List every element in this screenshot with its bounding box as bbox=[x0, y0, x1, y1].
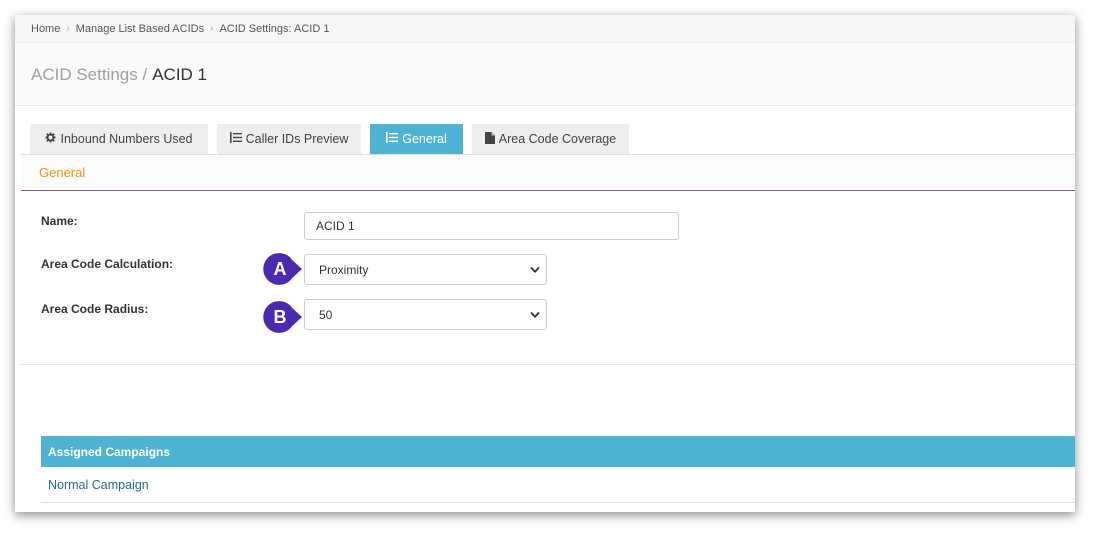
assigned-campaigns-header: Assigned Campaigns bbox=[41, 436, 1075, 467]
breadcrumb-separator-icon: › bbox=[210, 23, 214, 34]
tab-general[interactable]: General bbox=[370, 124, 463, 154]
file-icon bbox=[484, 131, 495, 147]
callout-marker-a: A bbox=[263, 252, 303, 286]
breadcrumb: Home › Manage List Based ACIDs › ACID Se… bbox=[15, 15, 1075, 43]
area-code-calculation-value: Proximity bbox=[319, 262, 369, 277]
list-icon bbox=[229, 132, 242, 146]
name-input[interactable]: ACID 1 bbox=[304, 212, 679, 240]
gear-icon bbox=[45, 132, 57, 146]
assigned-campaigns-title: Assigned Campaigns bbox=[48, 444, 171, 459]
chevron-down-icon bbox=[530, 264, 540, 274]
name-label: Name: bbox=[41, 214, 78, 228]
page-title-prefix: ACID Settings / bbox=[31, 64, 148, 84]
section-header: General bbox=[21, 155, 1075, 191]
page-title: ACID 1 bbox=[152, 64, 208, 84]
area-code-calculation-label: Area Code Calculation: bbox=[41, 257, 174, 271]
tab-bar: Inbound Numbers Used Caller IDs Preview … bbox=[30, 124, 638, 154]
tab-inbound-numbers-used[interactable]: Inbound Numbers Used bbox=[30, 124, 208, 154]
area-code-radius-select[interactable]: 50 bbox=[304, 299, 547, 330]
chevron-down-icon bbox=[530, 309, 540, 319]
tab-label: Caller IDs Preview bbox=[245, 132, 349, 146]
tab-label: Area Code Coverage bbox=[498, 132, 617, 146]
area-code-radius-value: 50 bbox=[319, 307, 333, 322]
tab-area-code-coverage[interactable]: Area Code Coverage bbox=[472, 124, 629, 154]
callout-marker-letter: A bbox=[273, 259, 287, 279]
campaign-link-normal-campaign[interactable]: Normal Campaign bbox=[41, 467, 1075, 503]
breadcrumb-current: ACID Settings: ACID 1 bbox=[219, 22, 330, 35]
callout-marker-letter: B bbox=[273, 307, 287, 327]
page-header: ACID Settings / ACID 1 bbox=[15, 44, 1075, 106]
campaign-name: Normal Campaign bbox=[48, 477, 149, 492]
app-window: Home › Manage List Based ACIDs › ACID Se… bbox=[15, 15, 1075, 512]
breadcrumb-home[interactable]: Home bbox=[31, 23, 60, 35]
section-divider bbox=[21, 364, 1075, 365]
tab-label: Inbound Numbers Used bbox=[60, 132, 193, 146]
tab-caller-ids-preview[interactable]: Caller IDs Preview bbox=[217, 124, 361, 154]
name-input-value: ACID 1 bbox=[316, 219, 355, 233]
section-title: General bbox=[39, 165, 86, 180]
tab-label: General bbox=[402, 132, 447, 146]
area-code-calculation-select[interactable]: Proximity bbox=[304, 254, 547, 285]
list-icon bbox=[386, 132, 399, 146]
callout-marker-b: B bbox=[263, 300, 303, 334]
area-code-radius-label: Area Code Radius: bbox=[41, 302, 149, 316]
breadcrumb-separator-icon: › bbox=[66, 23, 70, 34]
breadcrumb-manage-acids[interactable]: Manage List Based ACIDs bbox=[76, 23, 204, 35]
